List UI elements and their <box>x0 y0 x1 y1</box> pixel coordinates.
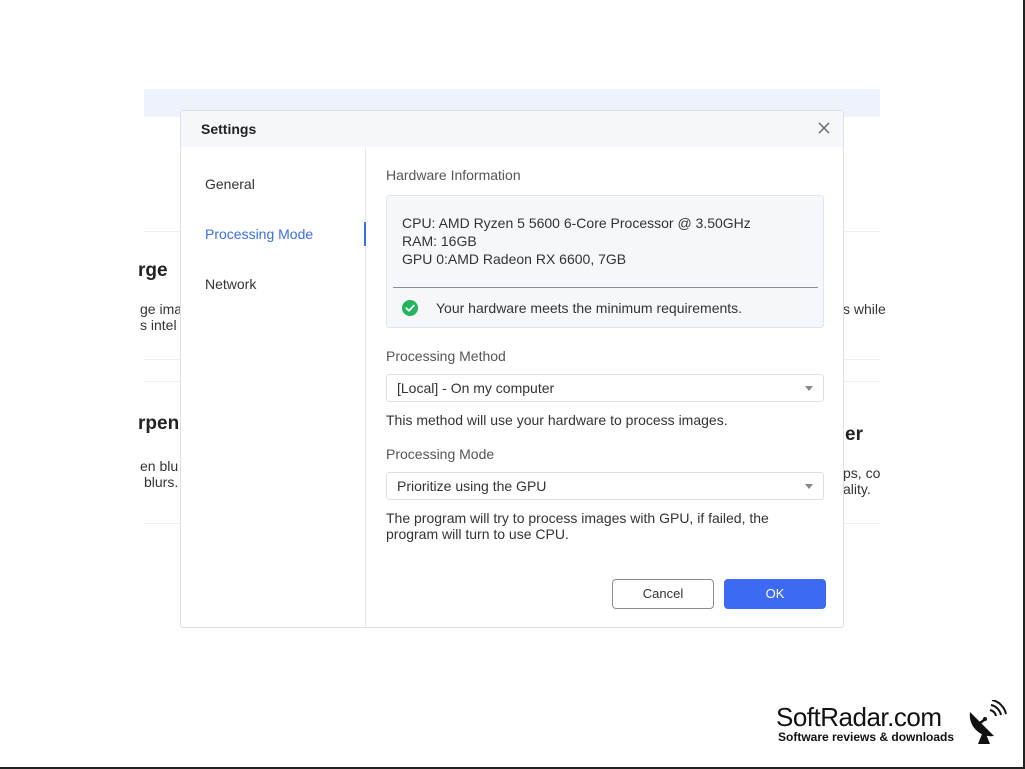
chevron-down-icon <box>805 386 813 391</box>
sidebar-item-processing-mode[interactable]: Processing Mode <box>205 226 313 242</box>
background-card-text: ge ima <box>140 301 183 317</box>
check-circle-icon <box>402 300 418 316</box>
ok-button[interactable]: OK <box>724 579 826 609</box>
background-card-text: s while <box>843 301 886 317</box>
background-card-title: er <box>845 424 863 445</box>
hardware-divider <box>393 287 818 288</box>
watermark-title: SoftRadar.com <box>776 702 942 732</box>
watermark-subtitle: Software reviews & downloads <box>778 730 955 744</box>
dialog-header: Settings <box>181 111 843 147</box>
hardware-status: Your hardware meets the minimum requirem… <box>402 300 742 316</box>
settings-content: Hardware Information CPU: AMD Ryzen 5 56… <box>386 147 826 627</box>
active-tab-indicator <box>364 222 366 246</box>
ram-info: RAM: 16GB <box>402 233 477 249</box>
hardware-info-heading: Hardware Information <box>386 167 521 183</box>
processing-mode-description: The program will try to process images w… <box>386 510 769 542</box>
dialog-title: Settings <box>201 121 257 137</box>
background-card-title: rpen <box>138 413 180 434</box>
background-card-text: ps, co <box>843 465 881 481</box>
cpu-info: CPU: AMD Ryzen 5 5600 6-Core Processor @… <box>402 215 751 231</box>
hardware-status-text: Your hardware meets the minimum requirem… <box>436 300 743 316</box>
close-icon <box>818 122 830 134</box>
background-card-text: s intel <box>140 317 177 333</box>
processing-method-value: [Local] - On my computer <box>397 380 555 396</box>
processing-method-label: Processing Method <box>386 348 506 364</box>
settings-dialog: Settings General Processing Mode Network… <box>180 110 844 628</box>
background-card-text: en blu <box>140 458 179 474</box>
sidebar-item-general[interactable]: General <box>205 176 255 192</box>
processing-method-description: This method will use your hardware to pr… <box>386 412 728 428</box>
chevron-down-icon <box>805 484 813 489</box>
hardware-info-box: CPU: AMD Ryzen 5 5600 6-Core Processor @… <box>386 195 824 328</box>
close-button[interactable] <box>815 119 833 137</box>
background-card-text: blurs. <box>144 474 179 490</box>
sidebar-item-network[interactable]: Network <box>205 276 256 292</box>
processing-mode-label: Processing Mode <box>386 446 495 462</box>
background-card-title: rge <box>138 260 168 281</box>
processing-method-select[interactable]: [Local] - On my computer <box>386 374 824 402</box>
softradar-watermark: SoftRadar.com Software reviews & downloa… <box>776 700 1016 750</box>
settings-sidebar: General Processing Mode Network <box>181 147 366 627</box>
gpu-info: GPU 0:AMD Radeon RX 6600, 7GB <box>402 251 627 267</box>
processing-mode-value: Prioritize using the GPU <box>397 478 547 494</box>
satellite-dish-icon <box>969 700 1007 744</box>
cancel-button[interactable]: Cancel <box>612 579 714 609</box>
processing-mode-select[interactable]: Prioritize using the GPU <box>386 472 824 500</box>
background-card-text: ality. <box>843 481 871 497</box>
